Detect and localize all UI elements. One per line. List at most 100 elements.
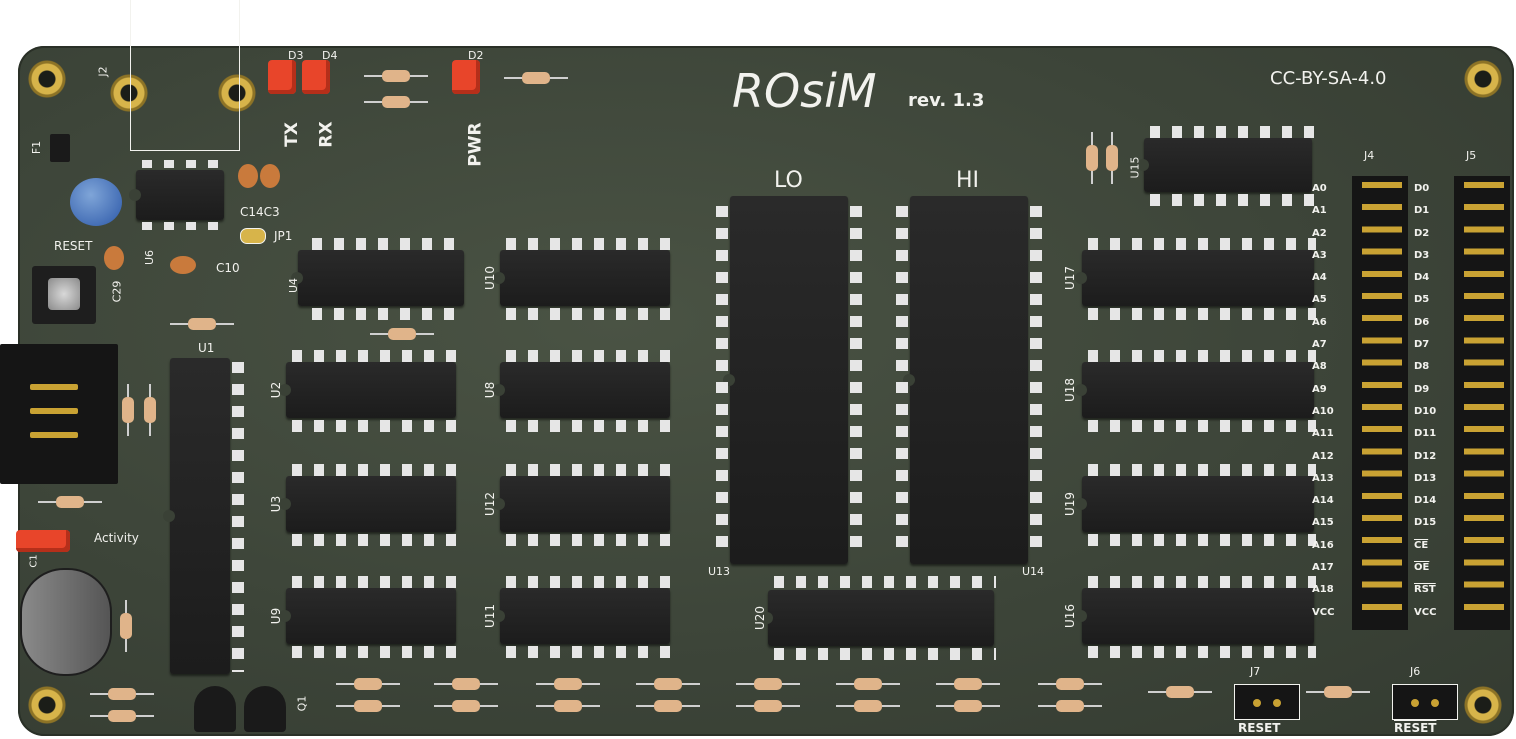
header-pin [30, 408, 78, 414]
logic-chip-u10 [493, 250, 670, 306]
crystal [20, 568, 112, 676]
pin-label: D2 [1414, 227, 1430, 239]
resistor [736, 700, 800, 712]
pin-header-j5 [1454, 176, 1510, 630]
usb-uart-chip-u6 [129, 170, 224, 220]
data-label-column: D0 D1 D2 D3 D4 D5 D6 D7 D8 D9 D10 D11 D1… [1414, 183, 1452, 630]
logic-chip-u8 [493, 362, 670, 418]
logic-chip-u16 [1075, 588, 1314, 644]
ref-u14: U14 [1022, 565, 1045, 578]
resistor [1148, 686, 1212, 698]
ref-q1: Q1 [295, 695, 309, 712]
pin-label: A0 [1312, 183, 1327, 194]
capacitor-c14 [238, 164, 258, 188]
chip-pins [1150, 194, 1314, 206]
ref-c10: C10 [216, 261, 240, 275]
reset-button[interactable] [32, 266, 96, 324]
reset-button-label: RESET [54, 239, 93, 253]
chip-pins [506, 350, 672, 362]
chip-pins [506, 420, 672, 432]
ref-j5: J5 [1466, 149, 1477, 162]
pin-label: RST [1414, 584, 1436, 596]
ref-j2: J2 [96, 66, 110, 77]
pin-label: A10 [1312, 405, 1334, 417]
ref-j4: J4 [1364, 149, 1375, 162]
resistor [836, 678, 900, 690]
pcb-board: ROsiM rev. 1.3 CC-BY-SA-4.0 J2 D3 D4 D2 … [0, 0, 1514, 736]
ref-u10: U10 [483, 265, 498, 291]
pin-label: A14 [1312, 495, 1334, 507]
chip-pins [292, 464, 458, 476]
memory-chip-hi [903, 196, 1028, 564]
chip-pins [506, 646, 672, 658]
ref-u9: U9 [269, 607, 284, 625]
resistor [336, 700, 400, 712]
fuse-f1 [50, 134, 70, 162]
chip-pins [1150, 126, 1314, 138]
box-header-connector [0, 344, 118, 484]
jumper-j7[interactable] [1234, 684, 1300, 720]
jumper-j6[interactable] [1392, 684, 1458, 720]
logic-chip-u18 [1075, 362, 1314, 418]
logic-chip-u12 [493, 476, 670, 532]
capacitor-c10 [170, 256, 196, 274]
logic-chip-u19 [1075, 476, 1314, 532]
chip-pins [312, 308, 466, 320]
header-pin [30, 384, 78, 390]
pin-label: A5 [1312, 294, 1327, 306]
ref-j7: J7 [1250, 665, 1261, 678]
pin-label: A4 [1312, 272, 1327, 284]
resistor [370, 328, 434, 340]
ref-c1: C1 [28, 554, 40, 568]
resistor [936, 700, 1000, 712]
chip-pins [774, 576, 996, 588]
header-pin-row [1464, 182, 1504, 626]
ref-u17: U17 [1063, 265, 1078, 291]
pin-label: D14 [1414, 495, 1437, 507]
pin-label: CE [1414, 539, 1429, 551]
jumper-pin [1253, 699, 1261, 707]
ref-u4: U4 [287, 277, 301, 294]
logic-chip-u15 [1137, 138, 1312, 192]
chip-pins [312, 238, 466, 250]
label-rx: RX [316, 121, 337, 148]
pin-label: D1 [1414, 205, 1430, 217]
chip-pins [1088, 534, 1316, 546]
label-tx: TX [281, 122, 302, 147]
chip-pins [850, 206, 862, 556]
mounting-hole-br [1464, 686, 1502, 724]
pin-label: A8 [1312, 361, 1327, 373]
ref-u18: U18 [1063, 377, 1078, 403]
address-label-column: A0 A1 A2 A3 A4 A5 A6 A7 A8 A9 A10 A11 A1… [1312, 183, 1350, 630]
ref-u8: U8 [483, 381, 498, 399]
mounting-hole-tl [28, 60, 66, 98]
chip-pins [292, 576, 458, 588]
led-tx [268, 60, 296, 94]
resistor [504, 72, 568, 84]
pin-label: A9 [1312, 383, 1327, 395]
resistor [1106, 132, 1118, 184]
resistor [38, 496, 102, 508]
ref-u20: U20 [753, 605, 768, 631]
jumper-pin [1273, 699, 1281, 707]
ref-jp1: JP1 [274, 229, 293, 243]
pin-label: D8 [1414, 361, 1430, 373]
resistor [1038, 678, 1102, 690]
pin-label: D4 [1414, 272, 1430, 284]
ref-u6: U6 [143, 249, 157, 266]
led-pwr [452, 60, 480, 94]
logic-chip-u20 [761, 590, 994, 646]
label-j7-reset: RESET [1238, 721, 1281, 735]
memory-chip-lo [723, 196, 848, 564]
chip-pins [896, 206, 908, 556]
pin-label: A7 [1312, 339, 1327, 351]
resistor [364, 70, 428, 82]
pin-label: A15 [1312, 517, 1334, 529]
pin-label: D10 [1414, 405, 1437, 417]
ref-c29: C29 [110, 280, 124, 303]
pin-label: D6 [1414, 316, 1430, 328]
microcontroller-u1 [163, 358, 230, 674]
ref-u13: U13 [708, 565, 731, 578]
jumper-pin [1431, 699, 1439, 707]
pin-label: VCC [1414, 606, 1437, 618]
